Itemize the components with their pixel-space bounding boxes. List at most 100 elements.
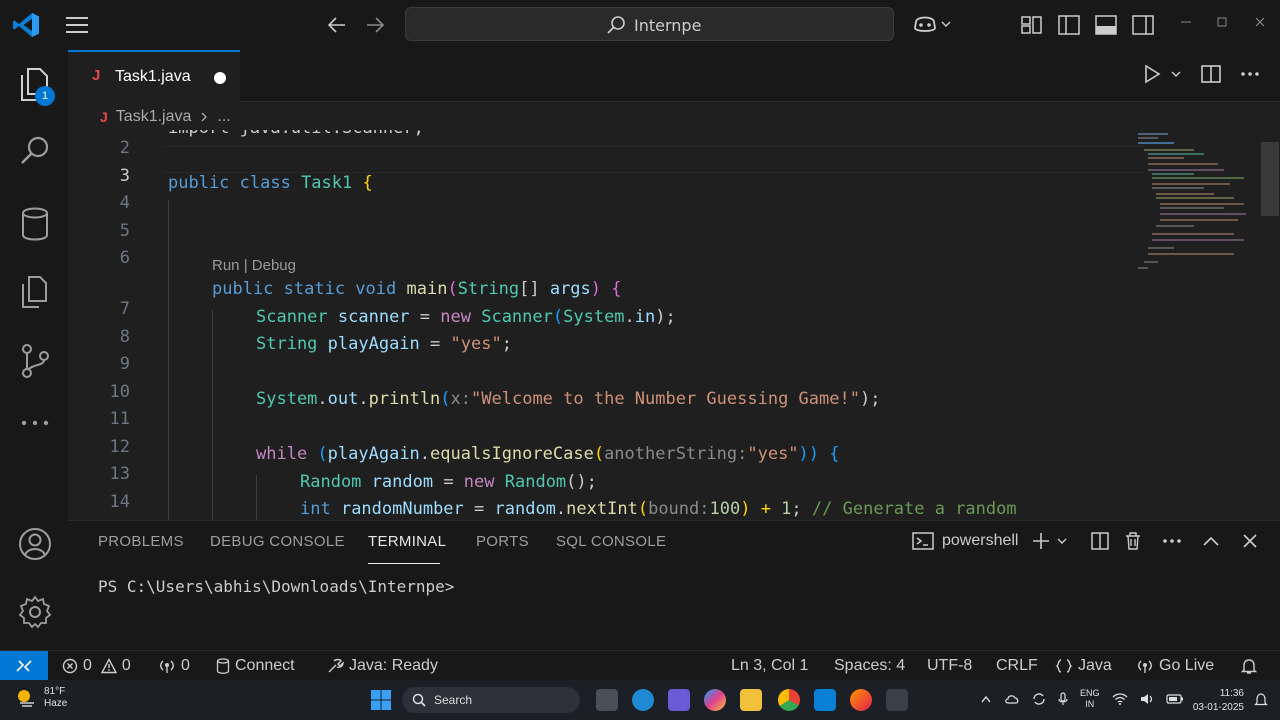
task-view-icon[interactable] — [596, 689, 618, 711]
tab-task1-java[interactable]: J Task1.java — [68, 50, 240, 102]
terminal-prompt[interactable]: PS C:\Users\abhis\Downloads\Internpe> — [98, 577, 454, 596]
minimap[interactable] — [1134, 130, 1254, 280]
run-icon[interactable] — [1142, 64, 1162, 84]
indentation-status[interactable]: Spaces: 4 — [834, 657, 905, 675]
editor-actions — [1142, 64, 1260, 84]
language-mode[interactable]: Java — [1055, 657, 1112, 675]
database-icon[interactable] — [18, 206, 52, 242]
more-views-icon[interactable] — [18, 418, 52, 428]
java-status[interactable]: Java: Ready — [326, 657, 438, 675]
copilot-menu[interactable] — [912, 13, 952, 35]
toggle-primary-sidebar-icon[interactable] — [1057, 14, 1081, 36]
chrome-icon[interactable] — [778, 689, 800, 711]
tab-label: Task1.java — [115, 68, 191, 85]
search-icon — [606, 15, 626, 35]
language-indicator[interactable]: ENG IN — [1080, 688, 1100, 710]
app-window-icon[interactable] — [886, 689, 908, 711]
codelens-debug[interactable]: Debug — [252, 257, 296, 274]
back-arrow-icon[interactable] — [326, 14, 348, 36]
account-icon[interactable] — [18, 526, 52, 562]
code-line-10: 10 — [109, 382, 130, 402]
sync-icon[interactable] — [1032, 692, 1046, 706]
unsaved-dot-icon[interactable] — [214, 72, 226, 84]
tab-ports[interactable]: PORTS — [476, 533, 529, 550]
battery-icon[interactable] — [1165, 694, 1184, 704]
customize-layout-icon[interactable] — [1020, 14, 1044, 36]
command-center-label: Internpe — [634, 15, 702, 35]
cursor-position[interactable]: Ln 3, Col 1 — [731, 657, 808, 675]
notification-center-icon[interactable] — [1254, 692, 1268, 708]
settings-gear-icon[interactable] — [18, 594, 52, 630]
problems-status[interactable]: 0 0 — [62, 657, 131, 675]
toggle-panel-icon[interactable] — [1094, 14, 1118, 36]
more-actions-icon[interactable] — [1240, 71, 1260, 77]
toggle-secondary-sidebar-icon[interactable] — [1131, 14, 1155, 36]
search-icon[interactable] — [18, 134, 52, 168]
chevron-up-icon[interactable] — [980, 694, 992, 704]
copilot-icon — [912, 13, 938, 35]
file-explorer-icon[interactable] — [740, 689, 762, 711]
go-live-button[interactable]: Go Live — [1136, 657, 1214, 675]
minimize-icon[interactable] — [1180, 16, 1192, 28]
volume-icon[interactable] — [1140, 693, 1154, 705]
maximize-panel-chevron-up-icon[interactable] — [1202, 535, 1220, 547]
taskbar-search[interactable]: Search — [402, 687, 580, 713]
teams-icon[interactable] — [668, 689, 690, 711]
command-center-search[interactable]: Internpe — [405, 7, 894, 41]
source-control-icon[interactable] — [18, 342, 52, 380]
code-line-7: 7 public static void main(String[] args)… — [119, 279, 622, 319]
copy-files-icon[interactable] — [18, 274, 52, 310]
notifications-bell-icon[interactable] — [1240, 657, 1258, 675]
activity-bar: 1 — [0, 50, 68, 650]
code-line-3: 3 — [119, 166, 130, 186]
search-icon — [412, 693, 426, 707]
breadcrumb-file[interactable]: Task1.java — [116, 108, 192, 126]
weather-widget[interactable]: 81°F Haze — [14, 686, 67, 710]
encoding-status[interactable]: UTF-8 — [927, 657, 972, 675]
microphone-icon[interactable] — [1058, 692, 1068, 706]
copilot-app-icon[interactable] — [704, 689, 726, 711]
edge-browser-icon[interactable] — [632, 689, 654, 711]
split-terminal-icon[interactable] — [1090, 531, 1110, 551]
terminal-name[interactable]: powershell — [942, 532, 1018, 550]
tab-debug-console[interactable]: DEBUG CONSOLE — [210, 533, 345, 550]
system-tray: ENG IN — [980, 688, 1184, 710]
code-line-8: 8 Scanner scanner = new Scanner(System.i… — [119, 307, 676, 347]
code-editor[interactable]: 2 import java.util.Scanner; 3 4 public c… — [68, 130, 1280, 520]
tab-problems[interactable]: PROBLEMS — [98, 533, 184, 550]
code-line-5: 5 — [119, 221, 130, 241]
connect-status[interactable]: Connect — [216, 657, 295, 675]
remote-indicator[interactable] — [0, 651, 48, 681]
forward-arrow-icon[interactable] — [364, 14, 386, 36]
breadcrumb-ellipsis[interactable]: ... — [217, 108, 230, 126]
menu-icon[interactable] — [64, 14, 90, 36]
windows-taskbar: 81°F Haze Search ENG IN 11:36 03-01-2025 — [0, 680, 1280, 720]
code-line-14: 14 Random random = new Random(); — [109, 472, 597, 512]
tab-terminal[interactable]: TERMINAL — [368, 533, 446, 550]
panel-more-icon[interactable] — [1162, 538, 1182, 544]
editor-scrollbar-thumb[interactable] — [1261, 142, 1279, 216]
cloud-icon[interactable] — [1004, 693, 1020, 705]
wifi-icon[interactable] — [1112, 693, 1128, 705]
taskbar-clock[interactable]: 11:36 03-01-2025 — [1186, 687, 1244, 715]
vscode-taskbar-icon[interactable] — [814, 689, 836, 711]
new-terminal-plus-icon[interactable] — [1032, 532, 1050, 550]
run-chevron-down-icon[interactable] — [1170, 68, 1182, 80]
trash-icon[interactable] — [1124, 531, 1142, 551]
breadcrumb: J Task1.java ... — [100, 105, 231, 129]
tab-sql-console[interactable]: SQL CONSOLE — [556, 533, 666, 550]
close-panel-icon[interactable] — [1242, 533, 1258, 549]
cylinder-icon — [216, 658, 230, 674]
eol-status[interactable]: CRLF — [996, 657, 1038, 675]
windows-start-icon[interactable] — [370, 689, 392, 711]
terminal-chevron-down-icon[interactable] — [1056, 535, 1068, 547]
split-editor-icon[interactable] — [1200, 64, 1222, 84]
chevron-down-icon — [940, 18, 952, 30]
codelens-run[interactable]: Run — [212, 257, 240, 274]
code-line-9: 9 String playAgain = "yes"; — [119, 334, 512, 374]
close-window-icon[interactable] — [1254, 16, 1266, 28]
firefox-icon[interactable] — [850, 689, 872, 711]
ports-status[interactable]: 0 — [158, 657, 190, 675]
maximize-icon[interactable] — [1216, 16, 1228, 28]
code-line-6: 6 — [119, 248, 130, 268]
